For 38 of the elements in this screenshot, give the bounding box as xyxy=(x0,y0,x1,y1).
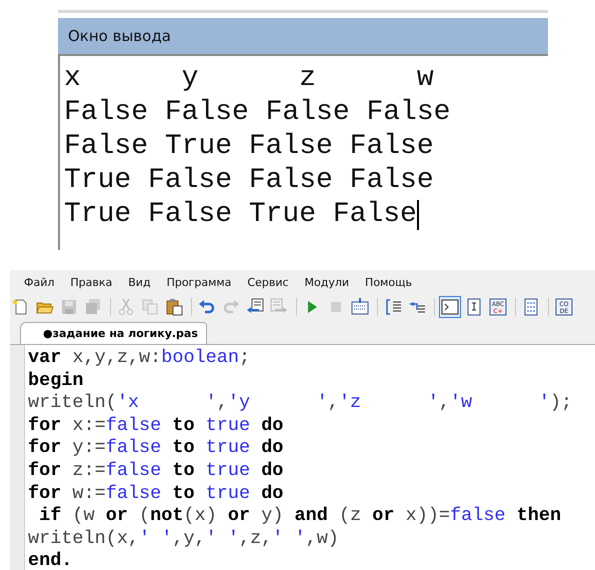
output-line: True False True False xyxy=(64,198,417,232)
cut-icon xyxy=(117,298,135,316)
toolbar-button[interactable] xyxy=(439,296,461,318)
undo-icon xyxy=(198,298,216,316)
menu-item[interactable]: Вид xyxy=(120,274,159,290)
page-arrow-icon xyxy=(270,298,288,316)
menu-item[interactable]: Правка xyxy=(62,274,120,290)
copy-icon xyxy=(141,298,159,316)
file-tab[interactable]: ●задание на логику.pas xyxy=(20,322,207,344)
menu-item[interactable]: Файл xyxy=(16,274,62,290)
menu-item[interactable]: Программа xyxy=(158,274,240,290)
redo-icon xyxy=(222,298,240,316)
text-box-icon xyxy=(465,298,483,316)
code-line: begin xyxy=(28,370,85,392)
code-line: for y:=false to true do xyxy=(28,437,284,460)
code-line: for w:=false to true do xyxy=(28,482,284,506)
save-all-icon xyxy=(84,298,102,316)
menu-item[interactable]: Помощь xyxy=(357,274,420,290)
code-line: writeln(x,' ',y,' ',z,' ',w) xyxy=(28,528,340,550)
console-icon xyxy=(441,298,459,316)
list-page-icon xyxy=(522,298,540,316)
menu-item[interactable]: Сервис xyxy=(239,274,297,290)
page-dots-icon xyxy=(351,298,369,316)
output-line: x y z w xyxy=(64,62,434,96)
code-line: writeln('x ','y ','z ','w '); xyxy=(28,392,572,415)
output-line: False True False False xyxy=(64,130,434,164)
save-icon xyxy=(60,298,78,316)
output-line: True False False False xyxy=(64,164,434,198)
code-line: var x,y,z,w:boolean; xyxy=(28,347,252,370)
paste-icon xyxy=(165,298,183,316)
panel-title: Окно вывода xyxy=(58,18,548,56)
code-line: if (w or (not(x) or y) and (z or x))=false then xyxy=(38,505,562,528)
page-arrow-icon xyxy=(246,298,264,316)
menu-item[interactable]: Модули xyxy=(296,274,358,290)
code-line: end. xyxy=(28,550,74,570)
code-line: for x:=false to true do xyxy=(28,414,284,438)
output-line: False False False False xyxy=(64,96,450,130)
code-line: for z:=false to true do xyxy=(28,460,284,483)
